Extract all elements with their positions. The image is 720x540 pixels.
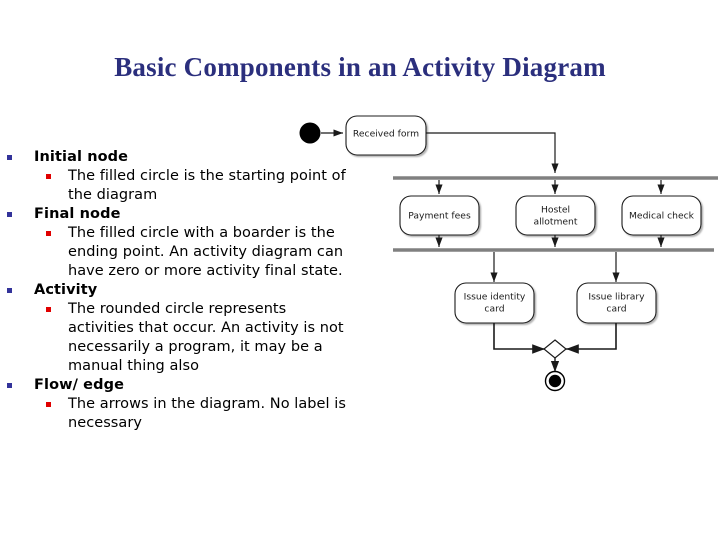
bullet-heading-activity: Activity (0, 281, 352, 300)
bullet-detail-activity: The rounded circle represents activities… (0, 300, 352, 376)
activity-node-payment-fees: Payment fees (399, 195, 480, 236)
bullet-list: Initial node The filled circle is the st… (0, 148, 352, 433)
activity-node-received-form: Received form (345, 115, 427, 156)
square-bullet-icon (46, 231, 51, 236)
bullet-detail-flow-edge: The arrows in the diagram. No label is n… (0, 395, 352, 433)
initial-node (299, 122, 321, 144)
activity-label-received-form: Received form (353, 129, 419, 140)
activity-label-issue-identity-card-line2: card (484, 304, 504, 315)
square-bullet-icon (7, 212, 12, 217)
bullet-detail-initial-node: The filled circle is the starting point … (0, 167, 352, 205)
bullet-detail-text: The filled circle is the starting point … (68, 168, 346, 203)
bullet-heading-text: Flow/ edge (34, 377, 125, 393)
activity-node-medical-check: Medical check (621, 195, 702, 236)
activity-label-issue-library-card-line1: Issue library (588, 292, 645, 303)
activity-label-hostel-allotment-line1: Hostel (541, 205, 570, 216)
square-bullet-icon (46, 307, 51, 312)
bullet-heading-text: Final node (34, 206, 121, 222)
bullet-heading-final-node: Final node (0, 205, 352, 224)
flow-edge-received-to-fork (426, 132, 559, 173)
square-bullet-icon (46, 174, 51, 179)
bullet-detail-text: The arrows in the diagram. No label is n… (68, 396, 346, 431)
flow-edge-identity-card-to-merge (493, 323, 545, 354)
bullet-detail-final-node: The filled circle with a boarder is the … (0, 224, 352, 281)
bullet-heading-text: Activity (34, 282, 98, 298)
activity-node-issue-identity-card: Issue identity card (454, 282, 535, 324)
bullet-detail-text: The filled circle with a boarder is the … (68, 225, 344, 279)
activity-node-issue-library-card: Issue library card (576, 282, 657, 324)
page-title: Basic Components in an Activity Diagram (114, 52, 606, 82)
flow-edge-library-card-to-merge (566, 323, 617, 354)
bullet-heading-initial-node: Initial node (0, 148, 352, 167)
square-bullet-icon (7, 288, 12, 293)
square-bullet-icon (46, 402, 51, 407)
activity-label-hostel-allotment-line2: allotment (534, 217, 578, 228)
activity-label-issue-identity-card-line1: Issue identity (464, 292, 526, 303)
merge-node-diamond (543, 339, 567, 359)
activity-label-medical-check: Medical check (629, 211, 695, 222)
activity-node-hostel-allotment: Hostel allotment (515, 195, 596, 236)
slide-canvas: Basic Components in an Activity Diagram … (0, 0, 720, 540)
activity-label-payment-fees: Payment fees (408, 211, 471, 222)
bullet-heading-flow-edge: Flow/ edge (0, 376, 352, 395)
square-bullet-icon (7, 155, 12, 160)
square-bullet-icon (7, 383, 12, 388)
final-node (544, 370, 566, 392)
bullet-heading-text: Initial node (34, 149, 129, 165)
bullet-detail-text: The rounded circle represents activities… (68, 301, 344, 374)
activity-label-issue-library-card-line2: card (606, 304, 626, 315)
